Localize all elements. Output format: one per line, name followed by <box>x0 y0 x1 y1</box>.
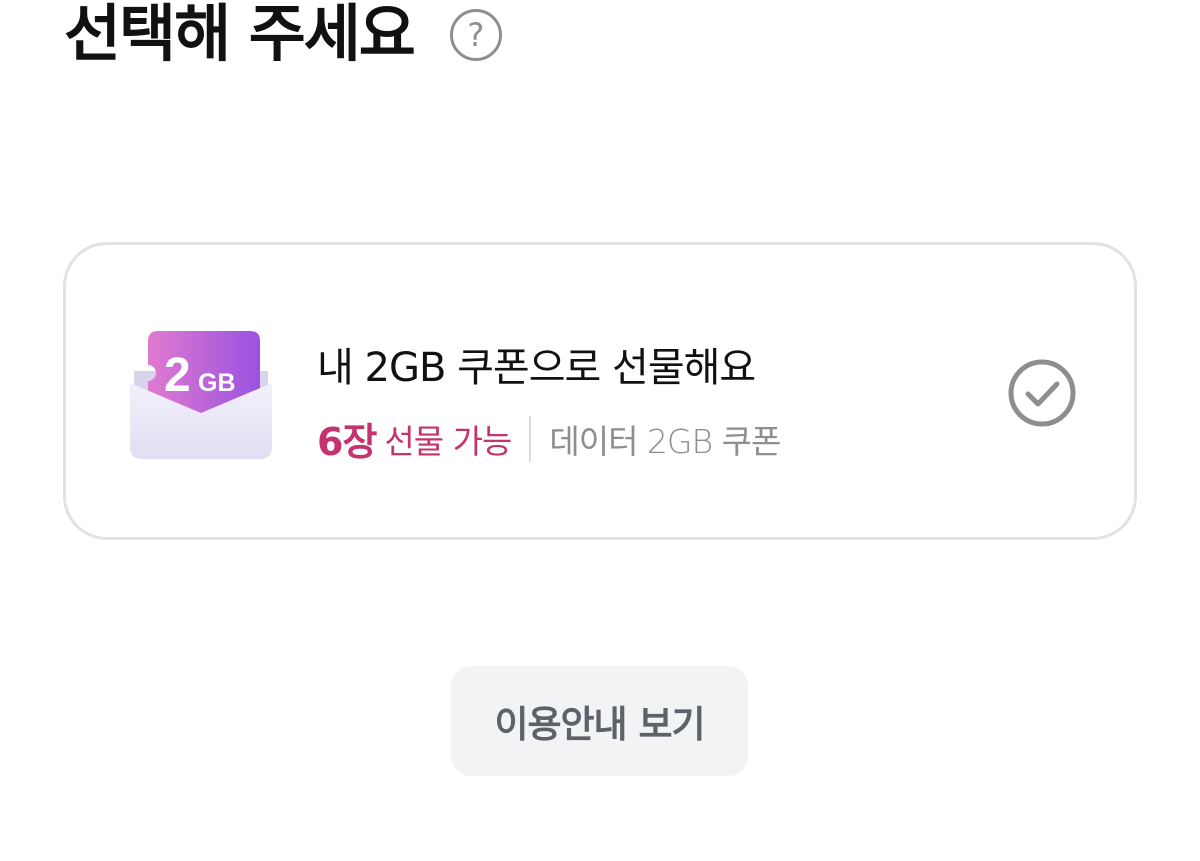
gift-select-page: 선택해 주세요 ? 2 GB 내 2GB 쿠폰으로 선물해요 6장 선물 가능 … <box>0 0 1200 861</box>
coupon-option-card[interactable]: 2 GB 내 2GB 쿠폰으로 선물해요 6장 선물 가능 데이터 2GB 쿠폰 <box>63 242 1137 540</box>
available-count: 6장 <box>317 420 377 464</box>
coupon-envelope-icon: 2 GB <box>130 331 272 459</box>
subtitle-divider <box>529 415 532 462</box>
coupon-type-label: 데이터 2GB 쿠폰 <box>549 421 781 461</box>
coupon-option-subtitle: 6장 선물 가능 데이터 2GB 쿠폰 <box>317 411 781 466</box>
badge-number: 2 <box>164 349 191 402</box>
badge-unit: GB <box>198 369 236 397</box>
header: 선택해 주세요 ? <box>64 0 502 76</box>
page-title: 선택해 주세요 <box>64 0 416 70</box>
help-icon[interactable]: ? <box>449 9 502 61</box>
coupon-option-title: 내 2GB 쿠폰으로 선물해요 <box>317 345 756 391</box>
check-circle-icon[interactable] <box>1008 359 1076 427</box>
available-label: 선물 가능 <box>384 421 512 461</box>
usage-guide-button[interactable]: 이용안내 보기 <box>451 666 748 776</box>
